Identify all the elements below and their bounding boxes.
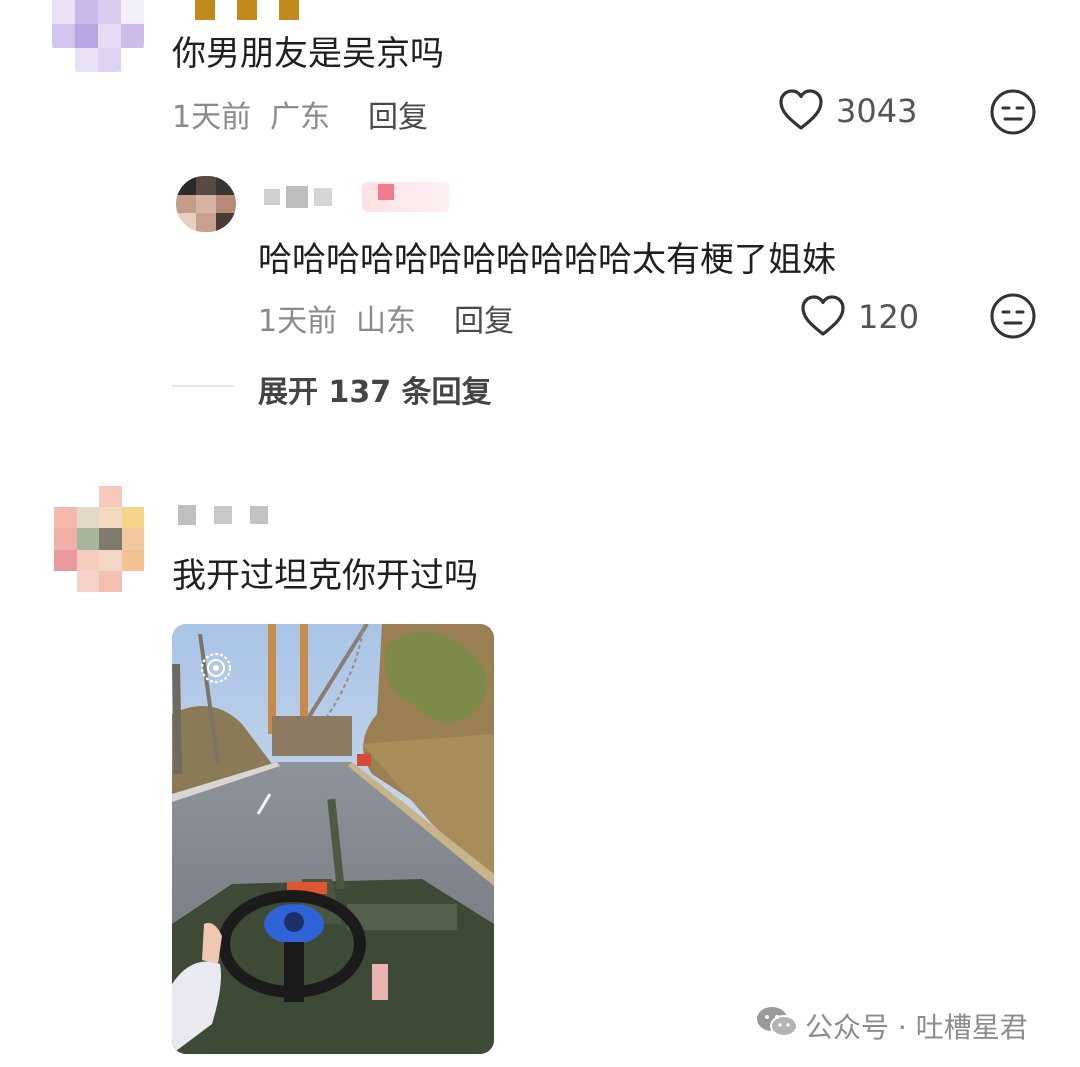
- neutral-face-icon[interactable]: [989, 292, 1037, 340]
- comment-time: 1天前: [172, 100, 252, 135]
- comment-location: 广东: [270, 100, 330, 135]
- username-comment-2[interactable]: [178, 504, 270, 526]
- reply-text: 哈哈哈哈哈哈哈哈哈哈哈太有梗了姐妹: [258, 240, 836, 280]
- avatar-reply-1[interactable]: [176, 176, 236, 232]
- like-count: 3043: [836, 92, 918, 130]
- username-badge-comment-1: [195, 0, 335, 20]
- avatar-comment-2[interactable]: [54, 486, 144, 592]
- avatar-comment-1[interactable]: [52, 0, 144, 72]
- reply-location: 山东: [356, 304, 416, 339]
- neutral-face-icon[interactable]: [989, 88, 1037, 136]
- comment-text: 我开过坦克你开过吗: [172, 556, 478, 596]
- comment-text: 你男朋友是吴京吗: [172, 34, 444, 74]
- wechat-icon: [756, 1005, 798, 1039]
- reply-button[interactable]: 回复: [454, 296, 514, 340]
- expand-divider: [172, 385, 234, 387]
- author-badge: [362, 182, 450, 212]
- heart-outline-icon[interactable]: [800, 294, 846, 338]
- tank-driving-photo[interactable]: [172, 624, 494, 1054]
- expand-replies-button[interactable]: 展开 137 条回复: [258, 367, 492, 411]
- username-reply-1[interactable]: [264, 184, 334, 210]
- reply-button[interactable]: 回复: [368, 92, 428, 136]
- like-count: 120: [858, 298, 920, 336]
- reply-time: 1天前: [258, 304, 338, 339]
- watermark-text: 公众号 · 吐槽星君: [805, 1011, 1028, 1044]
- heart-outline-icon[interactable]: [778, 88, 824, 132]
